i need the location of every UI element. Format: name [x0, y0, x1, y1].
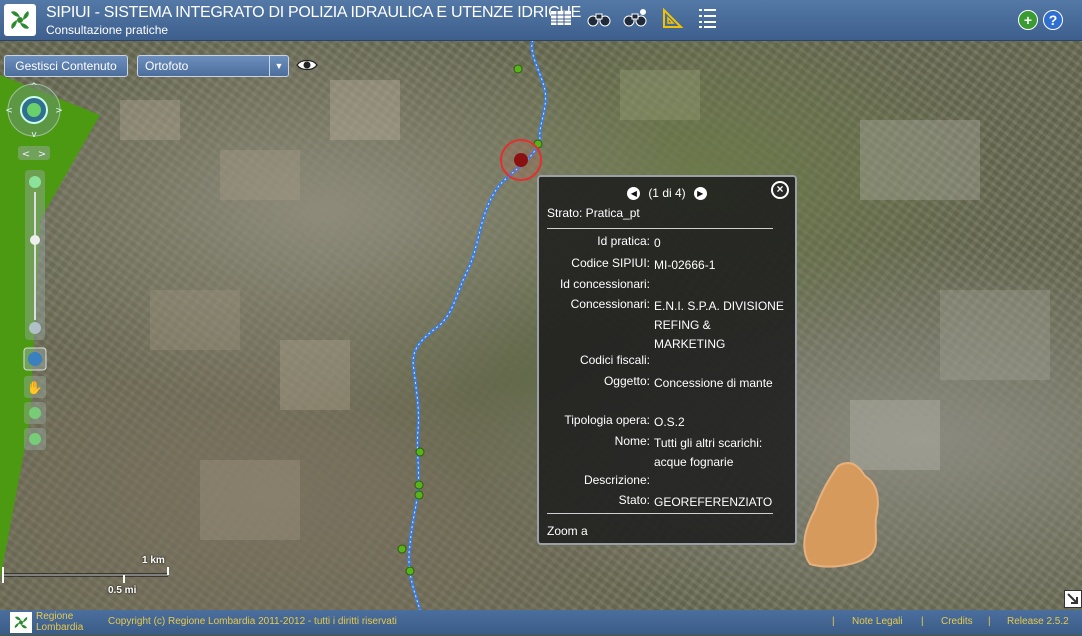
zoom-slider[interactable] — [25, 170, 45, 340]
feature-info-popup: ◀ (1 di 4) ▶ × Strato: Pratica_pt Id prati… — [537, 175, 797, 545]
scale-bar: 1 km 0.5 mi — [0, 555, 170, 600]
close-icon[interactable]: × — [771, 181, 789, 199]
zoom-out-icon[interactable] — [24, 428, 46, 450]
app-logo-icon — [4, 4, 36, 36]
region-name-2: Lombardia — [36, 622, 84, 633]
app-subtitle: Consultazione pratiche — [46, 23, 169, 37]
zoom-to-link[interactable]: Zoom a — [547, 524, 588, 538]
field-label: Tipologia opera: — [564, 413, 650, 427]
list-icon[interactable] — [698, 6, 718, 30]
field-label: Concessionari: — [570, 297, 650, 311]
copyright-text: Copyright (c) Regione Lombardia 2011-201… — [108, 616, 397, 627]
field-value: Tutti gli altri scarichi: acque fognarie — [654, 436, 763, 469]
footer-separator: | — [921, 616, 924, 627]
orange-area — [803, 462, 879, 568]
ruler-triangle-icon[interactable] — [662, 6, 684, 30]
svg-text:>: > — [55, 106, 63, 116]
history-arrows[interactable]: < > — [18, 146, 50, 160]
basemap-select[interactable]: Ortofoto ▼ — [137, 55, 289, 77]
selected-marker[interactable] — [514, 153, 528, 167]
svg-text:<: < — [5, 106, 13, 116]
field-label: Descrizione: — [583, 473, 650, 487]
field-value: 0 — [654, 236, 661, 250]
zoom-in-icon[interactable] — [24, 402, 46, 424]
divider — [547, 513, 773, 514]
help-icon[interactable]: ? — [1043, 10, 1063, 30]
legal-notes-link[interactable]: Note Legali — [852, 616, 903, 627]
field-value: Concessione di mante — [654, 376, 773, 390]
next-arrow-icon[interactable]: ▶ — [693, 187, 707, 201]
hand-pan-icon[interactable]: ✋ — [24, 376, 46, 398]
field-label: Codici fiscali: — [579, 353, 650, 367]
credits-link[interactable]: Credits — [941, 616, 973, 627]
field-value: E.N.I. S.P.A. DIVISIONE REFING & MARKETI… — [654, 299, 784, 351]
field-label: Id pratica: — [597, 234, 650, 248]
scale-km: 1 km — [142, 555, 165, 566]
eye-icon[interactable] — [296, 56, 318, 74]
chevron-down-icon: ▼ — [269, 56, 288, 76]
map-navigation: ^ v < > < > ✋ — [2, 80, 66, 540]
app-header: SIPIUI - SISTEMA INTEGRATO DI POLIZIA ID… — [0, 0, 1082, 41]
svg-text:>: > — [38, 149, 46, 160]
pager-text: (1 di 4) — [648, 186, 686, 200]
field-label: Id concessionari: — [559, 277, 650, 291]
svg-text:✋: ✋ — [27, 380, 43, 396]
river-highlight — [408, 40, 547, 610]
region-name-1: Regione — [36, 611, 74, 622]
field-label: Nome: — [614, 434, 650, 448]
field-value: GEOREFERENZIATO — [654, 495, 773, 509]
release-text: Release 2.5.2 — [1007, 616, 1069, 627]
scale-mi: 0.5 mi — [108, 585, 137, 596]
divider — [547, 228, 773, 229]
manage-content-button[interactable]: Gestisci Contenuto — [4, 55, 128, 77]
svg-text:v: v — [31, 130, 37, 140]
add-icon[interactable]: + — [1018, 10, 1038, 30]
app-footer: Regione Lombardia Copyright (c) Regione … — [0, 610, 1082, 635]
river-line — [407, 40, 548, 610]
field-label: Stato: — [618, 493, 650, 507]
field-label: Oggetto: — [603, 374, 650, 388]
binoculars-gear-icon[interactable] — [622, 6, 648, 30]
app-title: SIPIUI - SISTEMA INTEGRATO DI POLIZIA ID… — [46, 4, 581, 21]
svg-text:<: < — [22, 149, 30, 160]
field-value: MI-02666-1 — [654, 258, 716, 272]
footer-separator: | — [988, 616, 991, 627]
expand-icon[interactable] — [1064, 590, 1082, 608]
table-icon[interactable] — [550, 6, 572, 30]
footer-separator: | — [832, 616, 835, 627]
region-logo-icon — [10, 612, 32, 633]
prev-arrow-icon[interactable]: ◀ — [627, 187, 641, 201]
info-tool-icon[interactable] — [23, 347, 47, 371]
field-label: Codice SIPIUI: — [571, 256, 650, 270]
layer-name: Strato: Pratica_pt — [547, 206, 640, 220]
svg-text:^: ^ — [30, 82, 38, 92]
popup-pager: ◀ (1 di 4) ▶ — [539, 186, 795, 201]
field-value: O.S.2 — [654, 415, 685, 429]
basemap-selected-value: Ortofoto — [145, 59, 189, 73]
binoculars-icon[interactable] — [586, 6, 612, 30]
pan-control[interactable]: ^ v < > — [5, 82, 63, 140]
